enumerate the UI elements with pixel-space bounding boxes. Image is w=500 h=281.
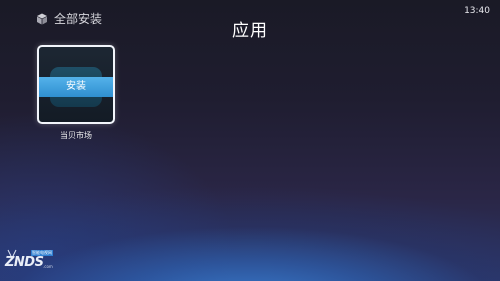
znds-watermark-logo: 智能电视网 ZNDS .com [3, 249, 57, 273]
install-button[interactable]: 安装 [39, 77, 113, 97]
watermark-domain: .com [43, 264, 53, 269]
app-tile-dangbei-market[interactable]: 安装 [37, 45, 115, 124]
page-title: 应用 [232, 21, 268, 41]
app-name-label: 当贝市场 [60, 131, 92, 140]
watermark-text: ZNDS [5, 255, 44, 270]
clock: 13:40 [464, 6, 490, 16]
